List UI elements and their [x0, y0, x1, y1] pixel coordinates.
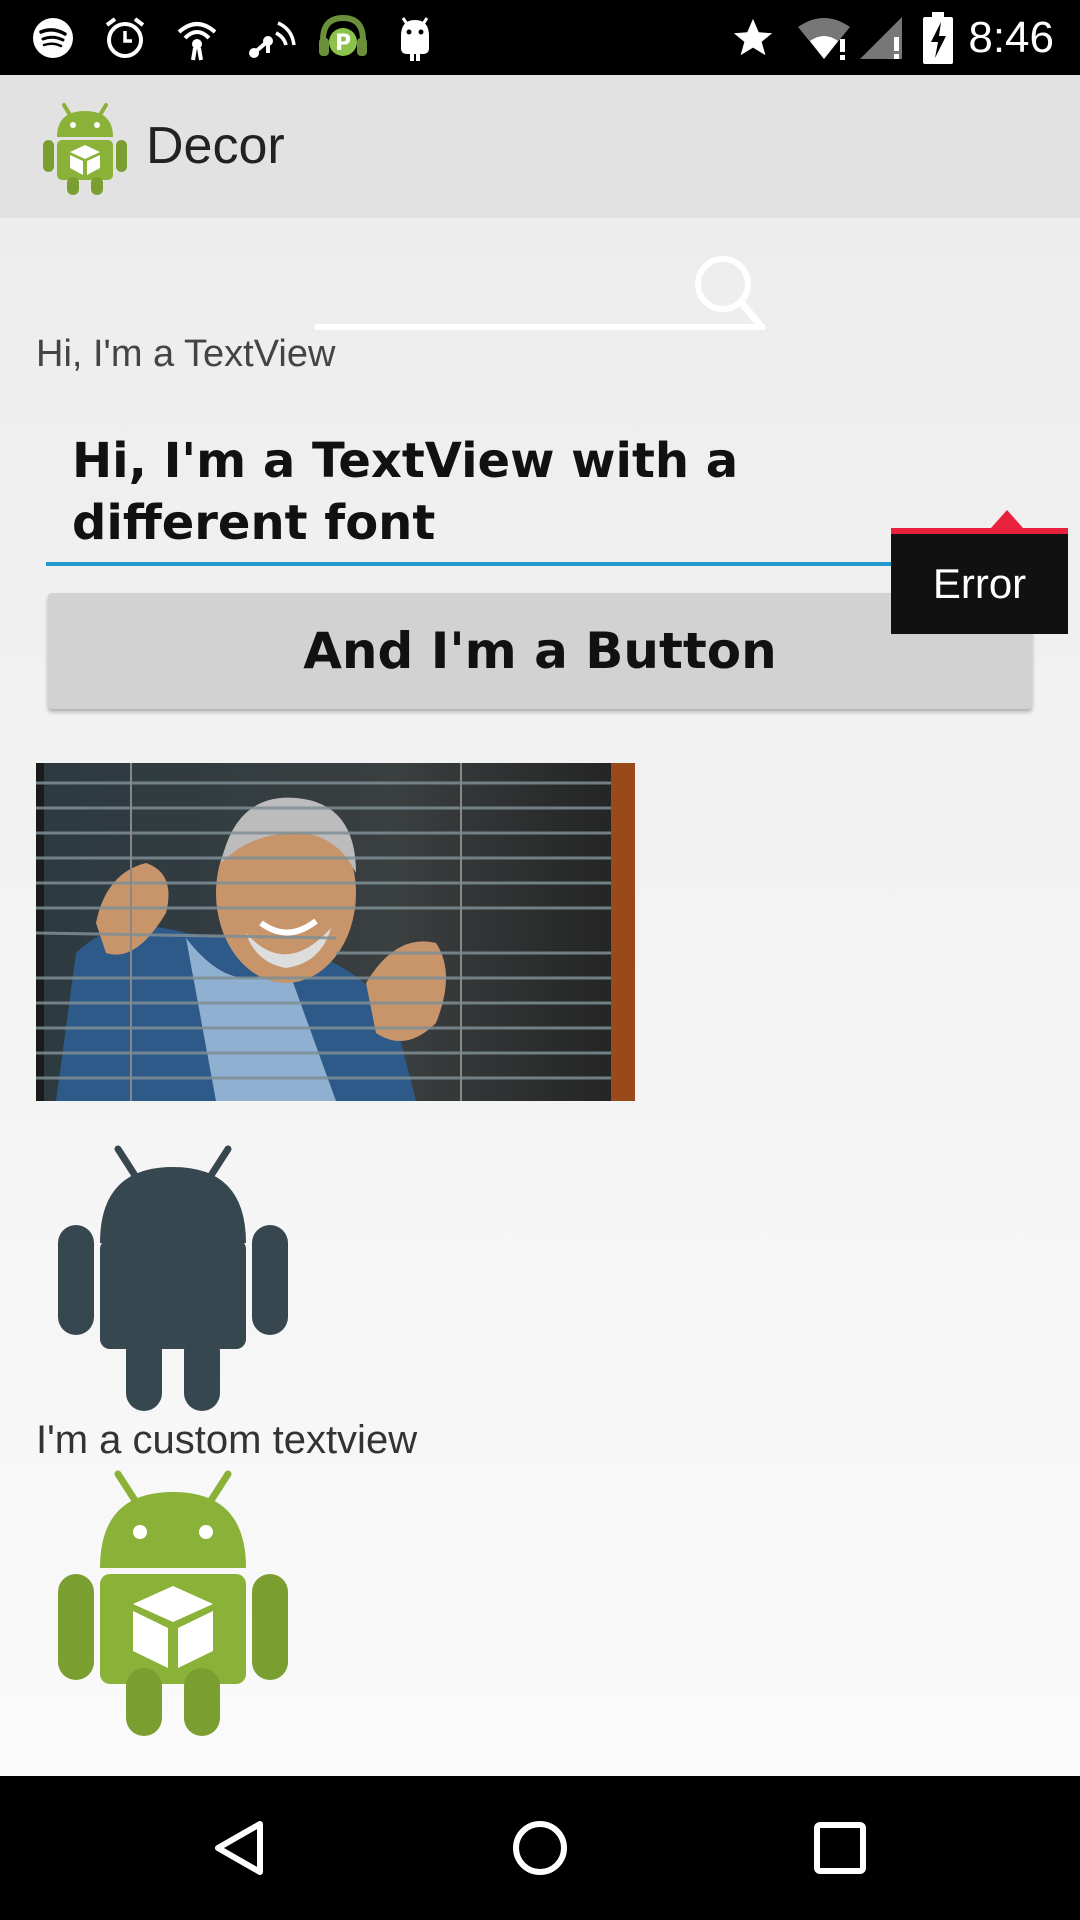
status-bar: P 8:46	[0, 0, 1080, 75]
app-bar: Decor	[0, 75, 1080, 218]
recents-icon[interactable]	[780, 1776, 900, 1920]
search-icon[interactable]	[685, 254, 765, 330]
main-content: Hi, I'm a TextView Hi, I'm a TextView wi…	[0, 218, 1080, 1776]
svg-text:P: P	[335, 31, 351, 56]
android-robot-icon	[58, 1143, 288, 1413]
custom-textview: I'm a custom textview	[36, 1418, 418, 1462]
cast-icon	[244, 0, 298, 75]
error-popup: Error	[891, 510, 1068, 634]
wifi-hotspot-icon	[172, 0, 222, 75]
textview-label: Hi, I'm a TextView	[36, 333, 336, 375]
android-cube-logo-icon	[40, 97, 130, 197]
error-text: Error	[932, 560, 1027, 607]
home-icon[interactable]	[480, 1776, 600, 1920]
battery-charging-icon	[918, 0, 958, 75]
android-cube-logo-icon	[58, 1468, 288, 1738]
spotify-icon	[28, 0, 78, 75]
search-field[interactable]	[315, 254, 765, 330]
podcast-app-icon: P	[316, 0, 370, 75]
photo-image	[36, 763, 635, 1101]
alarm-icon	[100, 0, 150, 75]
error-popup-arrow	[991, 510, 1023, 528]
navigation-bar	[0, 1776, 1080, 1920]
different-font-edit-text[interactable]: Hi, I'm a TextView with a different font	[46, 430, 1034, 566]
main-button-label: And I'm a Button	[303, 622, 777, 680]
main-button[interactable]: And I'm a Button	[48, 593, 1032, 709]
wifi-icon	[796, 0, 852, 75]
android-debug-icon	[390, 0, 440, 75]
signal-icon	[856, 0, 906, 75]
app-title: Decor	[146, 117, 285, 175]
status-time: 8:46	[968, 13, 1054, 62]
back-icon[interactable]	[180, 1776, 300, 1920]
star-icon	[728, 0, 778, 75]
edit-text-value[interactable]: Hi, I'm a TextView with a different font	[72, 430, 952, 554]
